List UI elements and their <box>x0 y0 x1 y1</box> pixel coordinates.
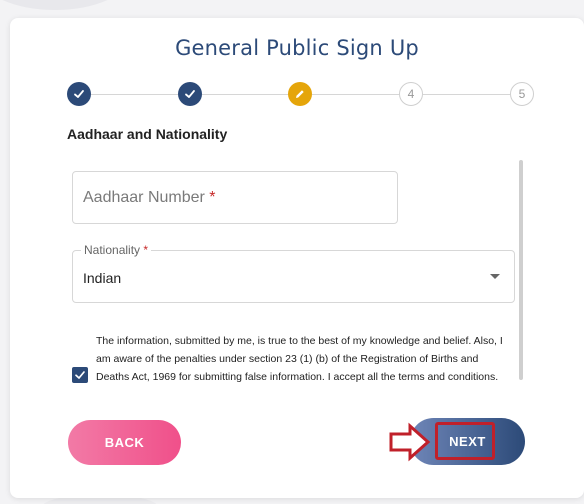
aadhaar-number-input[interactable]: Aadhaar Number * <box>72 171 398 224</box>
section-title: Aadhaar and Nationality <box>67 126 228 142</box>
step-connector <box>312 94 399 95</box>
check-icon <box>74 90 84 98</box>
step-connector <box>202 94 289 95</box>
check-icon <box>185 90 195 98</box>
aadhaar-placeholder: Aadhaar Number * <box>83 189 216 206</box>
declaration-checkbox[interactable] <box>72 367 88 383</box>
check-icon <box>75 371 85 379</box>
step-3 <box>288 82 312 106</box>
step-2 <box>178 82 202 106</box>
signup-card: General Public Sign Up 4 5 Aadhaar and N… <box>10 18 584 498</box>
nationality-label: Nationality * <box>81 243 152 257</box>
step-connector <box>91 94 178 95</box>
stepper: 4 5 <box>10 80 584 110</box>
chevron-down-icon <box>490 274 500 279</box>
scrollbar[interactable] <box>519 160 523 380</box>
step-1 <box>67 82 91 106</box>
step-connector <box>423 94 510 95</box>
pencil-icon <box>296 90 304 98</box>
nationality-value: Indian <box>83 270 122 286</box>
step-4: 4 <box>399 82 423 106</box>
step-5: 5 <box>510 82 534 106</box>
back-button[interactable]: BACK <box>68 420 181 465</box>
background-shape <box>0 0 130 10</box>
nationality-select[interactable]: Nationality * Indian <box>72 243 515 303</box>
arrow-right-icon <box>389 422 431 462</box>
page-title: General Public Sign Up <box>175 36 419 60</box>
declaration-text: The information, submitted by me, is tru… <box>96 335 503 383</box>
